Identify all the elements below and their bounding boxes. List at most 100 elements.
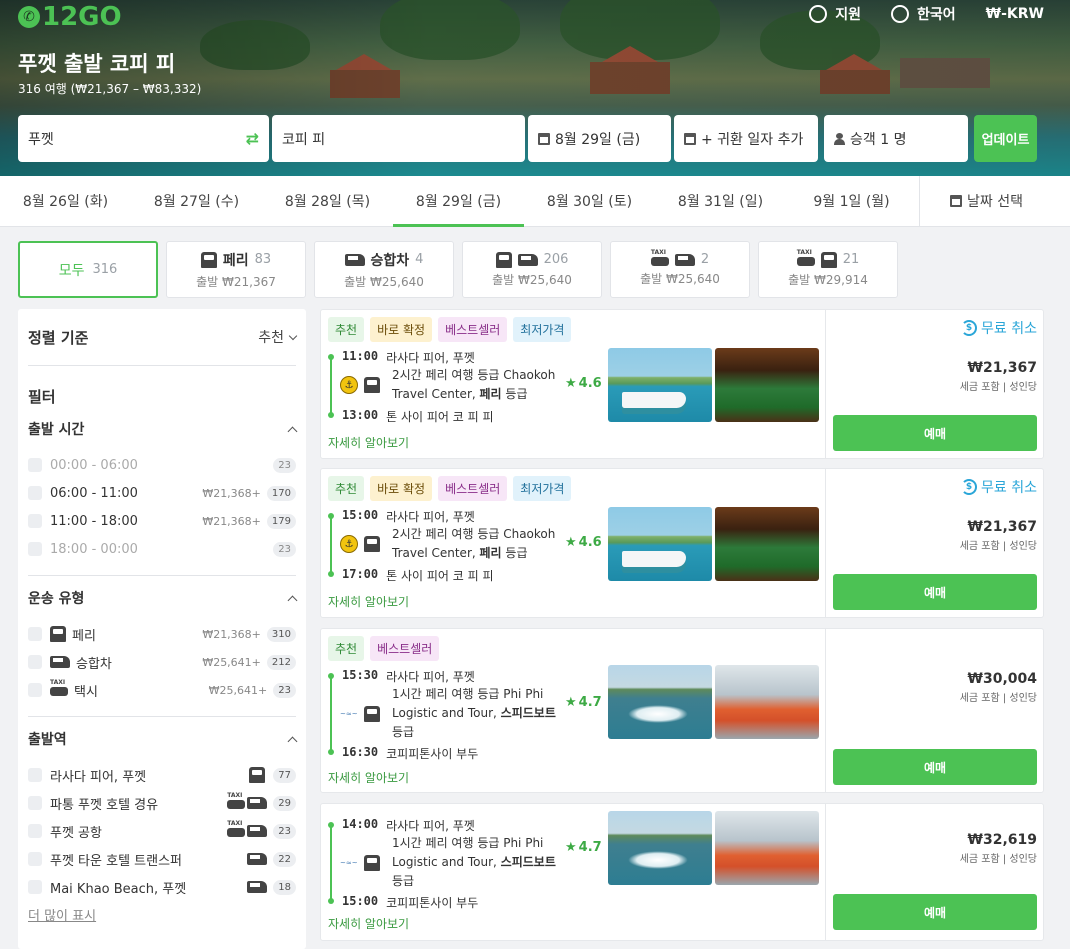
book-button[interactable]: 예매 bbox=[833, 574, 1037, 610]
return-date-label: + 귀환 일자 추가 bbox=[701, 131, 804, 148]
trip-description-suffix: 등급 bbox=[392, 725, 415, 739]
tab-all[interactable]: 모두 316 bbox=[18, 241, 158, 298]
brand-logo[interactable]: ✆ 12GO bbox=[18, 2, 122, 32]
speedboat-photo[interactable] bbox=[608, 665, 712, 739]
tab-ferry[interactable]: 페리 83 출발 ₩21,367 bbox=[166, 241, 306, 298]
details-link[interactable]: 자세히 알아보기 bbox=[328, 593, 409, 610]
tab-taxi-ferry[interactable]: 21 출발 ₩29,914 bbox=[758, 241, 898, 298]
origin-field[interactable]: 푸껫 ⇄ bbox=[18, 115, 269, 162]
language-selector[interactable]: 한국어 bbox=[891, 4, 956, 24]
trip-card[interactable]: 추천 바로 확정 베스트셀러 최저가격 11:00 라사다 피어, 푸껫 ⚓ 2시… bbox=[320, 309, 1044, 459]
checkbox[interactable] bbox=[28, 655, 42, 669]
filter-option[interactable]: 18:00 - 00:00 23 bbox=[28, 535, 296, 563]
tag-instant-confirm: 바로 확정 bbox=[370, 317, 433, 342]
swap-icon[interactable]: ⇄ bbox=[246, 129, 259, 148]
date-tab[interactable]: 8월 30일 (토) bbox=[524, 176, 655, 226]
filter-option[interactable]: 06:00 - 11:00 ₩21,368+ 170 bbox=[28, 479, 296, 507]
section-title: 운송 유형 bbox=[28, 591, 85, 607]
interior-photo[interactable] bbox=[715, 507, 819, 581]
tab-van[interactable]: 승합차 4 출발 ₩25,640 bbox=[314, 241, 454, 298]
details-link[interactable]: 자세히 알아보기 bbox=[328, 915, 409, 932]
arrival-place: 톤 사이 피어 코 피 피 bbox=[386, 569, 494, 583]
checkbox[interactable] bbox=[28, 683, 42, 697]
filter-option[interactable]: 파통 푸껫 호텔 경유 29 bbox=[28, 789, 296, 817]
book-button[interactable]: 예매 bbox=[833, 894, 1037, 930]
checkbox[interactable] bbox=[28, 768, 42, 782]
book-button[interactable]: 예매 bbox=[833, 749, 1037, 785]
filter-option[interactable]: Mai Khao Beach, 푸껫 18 bbox=[28, 873, 296, 901]
date-tab[interactable]: 8월 28일 (목) bbox=[262, 176, 393, 226]
taxi-icon bbox=[50, 679, 68, 697]
passengers-field[interactable]: 승객 1 명 bbox=[824, 115, 968, 162]
checkbox[interactable] bbox=[28, 542, 42, 556]
show-more-link[interactable]: 더 많이 표시 bbox=[28, 905, 296, 924]
details-link[interactable]: 자세히 알아보기 bbox=[328, 769, 409, 786]
update-button[interactable]: 업데이트 bbox=[974, 115, 1037, 162]
trip-description-suffix: 등급 bbox=[501, 387, 528, 401]
option-count: 22 bbox=[273, 851, 296, 867]
filter-sidebar: 정렬 기준 추천 필터 출발 시간 00:00 - 06:00 23 06:00 … bbox=[18, 309, 306, 949]
section-header[interactable]: 운송 유형 bbox=[28, 576, 298, 620]
tab-count: 4 bbox=[415, 252, 424, 267]
ferry-photo[interactable] bbox=[608, 348, 712, 422]
date-field[interactable]: 8월 29일 (금) bbox=[528, 115, 671, 162]
details-link[interactable]: 자세히 알아보기 bbox=[328, 434, 409, 451]
checkbox[interactable] bbox=[28, 514, 42, 528]
option-count: 212 bbox=[266, 654, 296, 670]
filter-option[interactable]: 페리 ₩21,368+ 310 bbox=[28, 620, 296, 648]
departure-time: 15:00 bbox=[342, 508, 379, 522]
checkbox[interactable] bbox=[28, 852, 42, 866]
tab-count: 83 bbox=[254, 252, 272, 267]
option-label: Mai Khao Beach, 푸껫 bbox=[50, 881, 187, 897]
filter-option[interactable]: 푸껫 공항 23 bbox=[28, 817, 296, 845]
tab-taxi-van[interactable]: 2 출발 ₩25,640 bbox=[610, 241, 750, 298]
globe-icon bbox=[891, 5, 910, 23]
filter-option[interactable]: 라사다 피어, 푸껫 77 bbox=[28, 761, 296, 789]
book-button[interactable]: 예매 bbox=[833, 415, 1037, 451]
page-subtitle: 316 여행 (₩21,367 – ₩83,332) bbox=[18, 82, 202, 96]
van-icon bbox=[674, 253, 695, 266]
section-header[interactable]: 출발 시간 bbox=[28, 407, 298, 451]
date-picker-button[interactable]: 날짜 선택 bbox=[919, 176, 1053, 226]
rating-value: 4.7 bbox=[578, 695, 602, 710]
checkbox[interactable] bbox=[28, 796, 42, 810]
trip-description: 2시간 페리 여행 등급 Chaokoh Travel Center, bbox=[392, 527, 556, 560]
interior-photo[interactable] bbox=[715, 665, 819, 739]
filter-option[interactable]: 택시 ₩25,641+ 23 bbox=[28, 676, 296, 704]
date-tab[interactable]: 9월 1일 (월) bbox=[786, 176, 917, 226]
checkbox[interactable] bbox=[28, 627, 42, 641]
tag-recommended: 추천 bbox=[328, 636, 365, 661]
sort-control[interactable]: 정렬 기준 추천 bbox=[28, 309, 298, 366]
interior-photo[interactable] bbox=[715, 348, 819, 422]
arrival-time: 16:30 bbox=[342, 745, 379, 759]
trip-card[interactable]: 14:00 라사다 피어, 푸껫 ~≈~ 1시간 페리 여행 등급 Phi Phi… bbox=[320, 803, 1044, 941]
filter-option[interactable]: 00:00 - 06:00 23 bbox=[28, 451, 296, 479]
support-link[interactable]: 지원 bbox=[809, 4, 861, 24]
currency-selector[interactable]: ₩-KRW bbox=[986, 4, 1044, 24]
checkbox[interactable] bbox=[28, 486, 42, 500]
origin-value: 푸껫 bbox=[28, 131, 54, 148]
checkbox[interactable] bbox=[28, 824, 42, 838]
price: ₩21,367 bbox=[967, 360, 1037, 376]
date-tab[interactable]: 8월 31일 (일) bbox=[655, 176, 786, 226]
date-tab-selected[interactable]: 8월 29일 (금) bbox=[393, 176, 524, 227]
date-tab[interactable]: 8월 27일 (수) bbox=[131, 176, 262, 226]
user-icon bbox=[834, 132, 845, 145]
trip-card[interactable]: 추천 베스트셀러 15:30 라사다 피어, 푸껫 ~≈~ 1시간 페리 여행 등… bbox=[320, 628, 1044, 793]
filter-option[interactable]: 승합차 ₩25,641+ 212 bbox=[28, 648, 296, 676]
filter-option[interactable]: 11:00 - 18:00 ₩21,368+ 179 bbox=[28, 507, 296, 535]
option-count: 170 bbox=[266, 485, 296, 501]
return-date-field[interactable]: + 귀환 일자 추가 bbox=[674, 115, 818, 162]
trip-card[interactable]: 추천 바로 확정 베스트셀러 최저가격 15:00 라사다 피어, 푸껫 ⚓ 2시… bbox=[320, 468, 1044, 618]
speedboat-photo[interactable] bbox=[608, 811, 712, 885]
checkbox[interactable] bbox=[28, 880, 42, 894]
interior-photo[interactable] bbox=[715, 811, 819, 885]
checkbox[interactable] bbox=[28, 458, 42, 472]
tab-ferry-van[interactable]: 206 출발 ₩25,640 bbox=[462, 241, 602, 298]
ferry-photo[interactable] bbox=[608, 507, 712, 581]
section-header[interactable]: 출발역 bbox=[28, 717, 298, 761]
destination-field[interactable]: 코피 피 bbox=[272, 115, 525, 162]
date-tab[interactable]: 8월 26일 (화) bbox=[0, 176, 131, 226]
filter-option[interactable]: 푸껫 타운 호텔 트랜스퍼 22 bbox=[28, 845, 296, 873]
rating: ★ 4.7 bbox=[565, 695, 602, 710]
